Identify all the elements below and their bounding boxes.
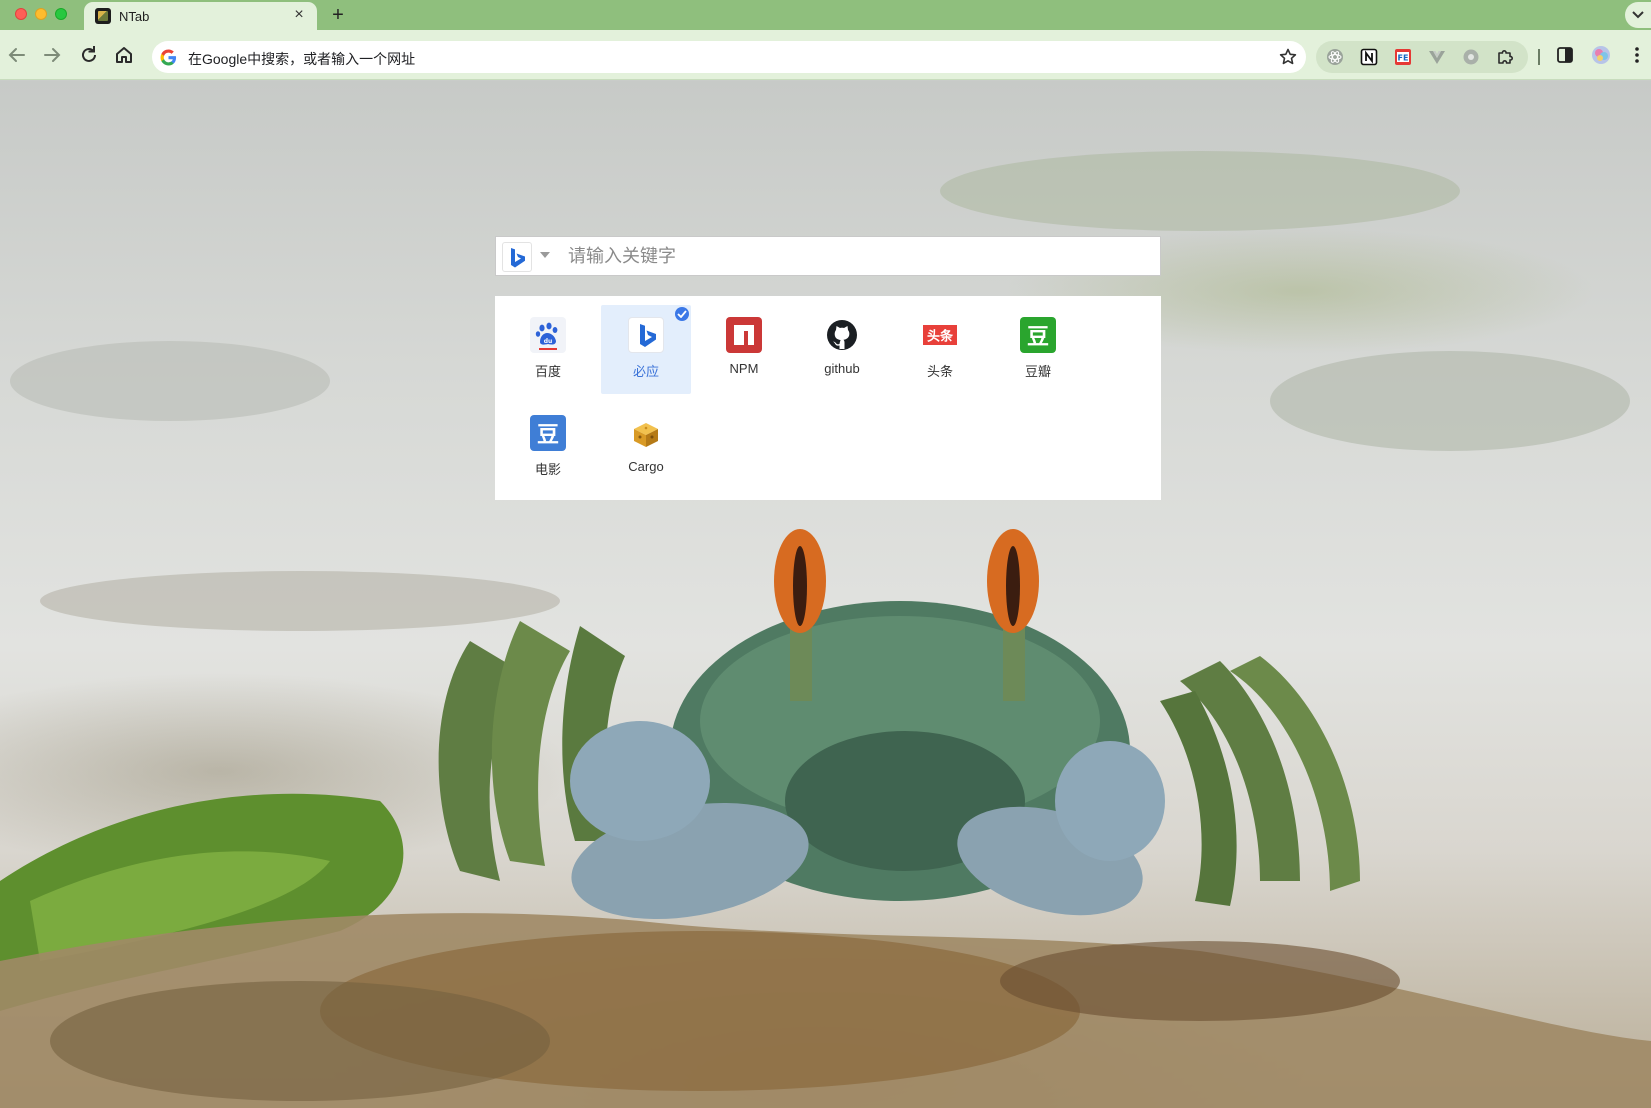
site-tile-github[interactable]: github (797, 305, 887, 394)
site-label: NPM (729, 361, 759, 376)
engine-dropdown-caret-icon[interactable] (540, 252, 550, 258)
svg-text:头条: 头条 (927, 329, 954, 345)
back-button[interactable] (5, 43, 29, 67)
arrow-left-icon (8, 48, 25, 62)
toutiao-icon: 头条 (922, 317, 958, 353)
home-button[interactable] (112, 43, 136, 67)
address-bar[interactable]: 在Google中搜索，或者输入一个网址 (152, 41, 1306, 73)
keyword-search-input[interactable] (568, 241, 1148, 271)
site-label: 电影 (534, 462, 561, 477)
new-tab-page: du 百度 必应 NPM (0, 81, 1651, 1108)
chevron-down-icon (1632, 11, 1644, 19)
site-tile-douban[interactable]: 豆 豆瓣 (993, 305, 1083, 394)
reload-button[interactable] (77, 43, 101, 67)
tab-title: NTab (119, 9, 150, 24)
tab-search-button[interactable] (1625, 2, 1651, 28)
douban-movie-icon: 豆 (530, 415, 566, 451)
extensions-group: FE (1316, 41, 1528, 73)
react-devtools-icon[interactable] (1326, 48, 1344, 66)
svg-text:du: du (544, 338, 553, 345)
side-panel-icon[interactable] (1554, 44, 1576, 66)
new-tab-button[interactable]: + (327, 4, 349, 26)
site-label: 必应 (632, 364, 659, 379)
site-tile-baidu[interactable]: du 百度 (503, 305, 593, 394)
svg-text:FE: FE (1398, 54, 1409, 63)
notion-icon[interactable] (1360, 48, 1378, 66)
site-label: 豆瓣 (1024, 364, 1051, 379)
site-tile-bing[interactable]: 必应 (601, 305, 691, 394)
site-tile-npm[interactable]: NPM (699, 305, 789, 394)
svg-text:豆: 豆 (537, 423, 559, 448)
search-bar (495, 236, 1161, 276)
forward-button[interactable] (40, 43, 64, 67)
douban-icon: 豆 (1020, 317, 1056, 353)
search-engine-selector[interactable] (502, 242, 532, 272)
site-tile-douban-movie[interactable]: 豆 电影 (503, 403, 593, 492)
reload-icon (82, 46, 96, 62)
window-maximize-button[interactable] (55, 8, 67, 20)
site-label: 百度 (534, 364, 561, 379)
svg-text:豆: 豆 (1027, 325, 1049, 350)
window-minimize-button[interactable] (35, 8, 47, 20)
npm-icon (726, 317, 762, 353)
window-close-button[interactable] (15, 8, 27, 20)
selected-check-icon (675, 307, 689, 321)
more-menu-icon[interactable] (1626, 44, 1648, 66)
google-icon (160, 49, 177, 66)
toolbar-divider (1538, 49, 1540, 65)
ntab-favicon-icon (95, 8, 111, 24)
profile-avatar-icon[interactable] (1590, 44, 1612, 66)
tab-close-icon[interactable]: × (291, 7, 307, 23)
site-tile-toutiao[interactable]: 头条 头条 (895, 305, 985, 394)
puzzle-extensions-icon[interactable] (1496, 48, 1514, 66)
fehelper-icon[interactable]: FE (1394, 48, 1412, 66)
tab-strip: NTab × + (0, 0, 1651, 30)
bookmark-star-icon[interactable] (1278, 47, 1298, 67)
cargo-icon (628, 415, 664, 451)
tab-ntab[interactable]: NTab × (84, 2, 317, 30)
baidu-icon: du (530, 317, 566, 353)
site-label: github (824, 361, 860, 376)
bing-icon (628, 317, 664, 353)
site-label: 头条 (926, 364, 953, 379)
quick-links-panel: du 百度 必应 NPM github 头条 头条 豆 豆瓣 豆 电影 Carg… (495, 296, 1161, 500)
extension-globe-icon[interactable] (1462, 48, 1480, 66)
site-label: Cargo (628, 459, 664, 474)
home-icon (116, 47, 132, 63)
bing-icon (511, 248, 525, 268)
address-bar-placeholder: 在Google中搜索，或者输入一个网址 (188, 51, 416, 67)
site-tile-cargo[interactable]: Cargo (601, 403, 691, 492)
arrow-right-icon (44, 48, 61, 62)
github-icon (824, 317, 860, 353)
vue-devtools-icon[interactable] (1428, 48, 1446, 66)
browser-toolbar: 在Google中搜索，或者输入一个网址 FE (0, 30, 1651, 80)
